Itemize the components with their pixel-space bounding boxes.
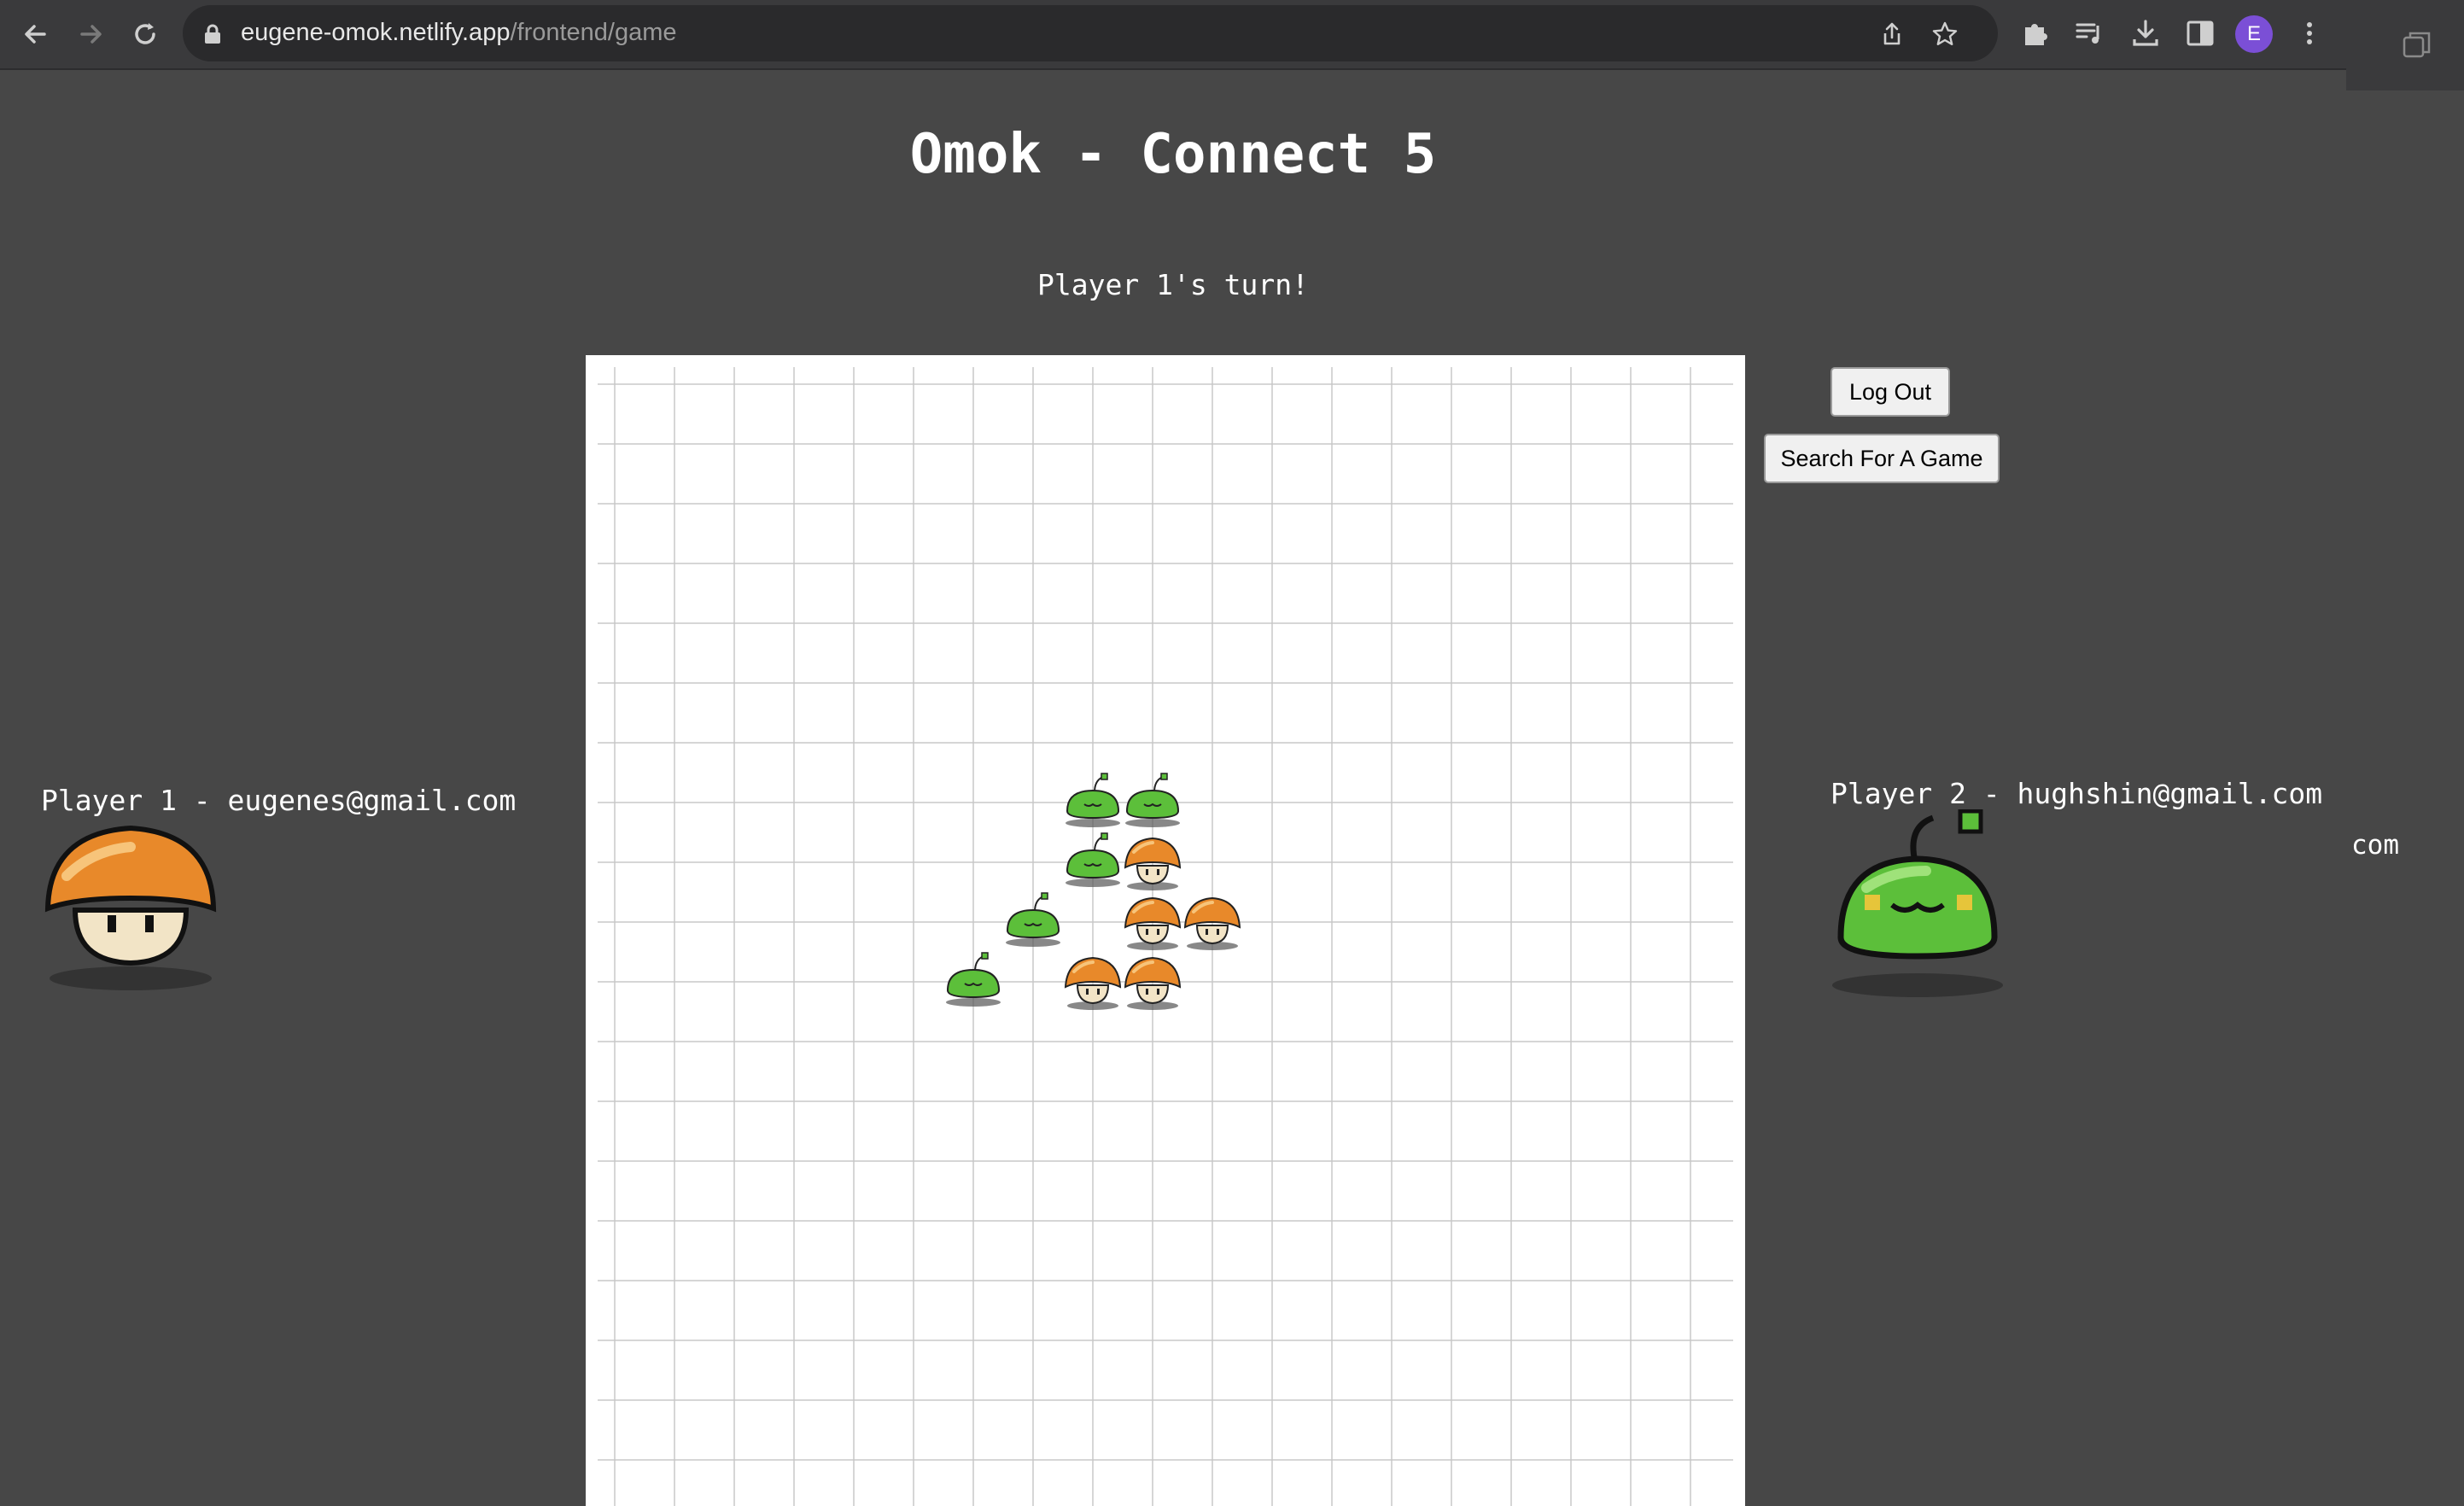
background-window-text: com: [2351, 830, 2399, 861]
bookmark-star-icon[interactable]: [1931, 20, 1959, 48]
search-game-button[interactable]: Search For A Game: [1764, 434, 2000, 483]
url-host: eugene-omok.netlify.app: [241, 19, 511, 46]
lock-icon: [205, 24, 220, 44]
player-2-slime-icon: [1832, 809, 2003, 997]
player-1-label: Player 1 - eugenes@gmail.com: [41, 784, 517, 817]
url-text[interactable]: eugene-omok.netlify.app/frontend/game: [241, 19, 677, 47]
background-window: [2346, 0, 2464, 1506]
reload-icon[interactable]: [128, 17, 162, 51]
turn-status: Player 1's turn!: [1037, 268, 1309, 301]
download-icon[interactable]: [2129, 17, 2162, 50]
game-board[interactable]: [586, 355, 1745, 1506]
background-window-content: [2346, 90, 2464, 1506]
back-arrow-icon[interactable]: [19, 17, 53, 51]
extensions-puzzle-icon[interactable]: [2020, 17, 2052, 50]
media-playlist-icon[interactable]: [2073, 17, 2105, 50]
restore-window-icon: [2403, 32, 2431, 58]
url-path: /frontend/game: [510, 19, 677, 46]
background-window-toolbar: [2346, 0, 2464, 90]
browser-toolbar: eugene-omok.netlify.app/frontend/game E: [0, 0, 2346, 70]
address-bar[interactable]: eugene-omok.netlify.app/frontend/game: [183, 5, 1998, 61]
board-grid[interactable]: [586, 355, 1745, 1506]
forward-arrow-icon[interactable]: [73, 17, 108, 51]
share-icon[interactable]: [1878, 20, 1906, 48]
side-panel-icon[interactable]: [2184, 17, 2216, 50]
more-menu-icon[interactable]: [2293, 17, 2326, 50]
page-title: Omok - Connect 5: [909, 123, 1437, 186]
player-2-label: Player 2 - hughshin@gmail.com: [1830, 777, 2323, 810]
logout-button[interactable]: Log Out: [1830, 367, 1950, 417]
player-1-mushroom-icon: [44, 825, 217, 990]
profile-avatar[interactable]: E: [2235, 15, 2273, 53]
